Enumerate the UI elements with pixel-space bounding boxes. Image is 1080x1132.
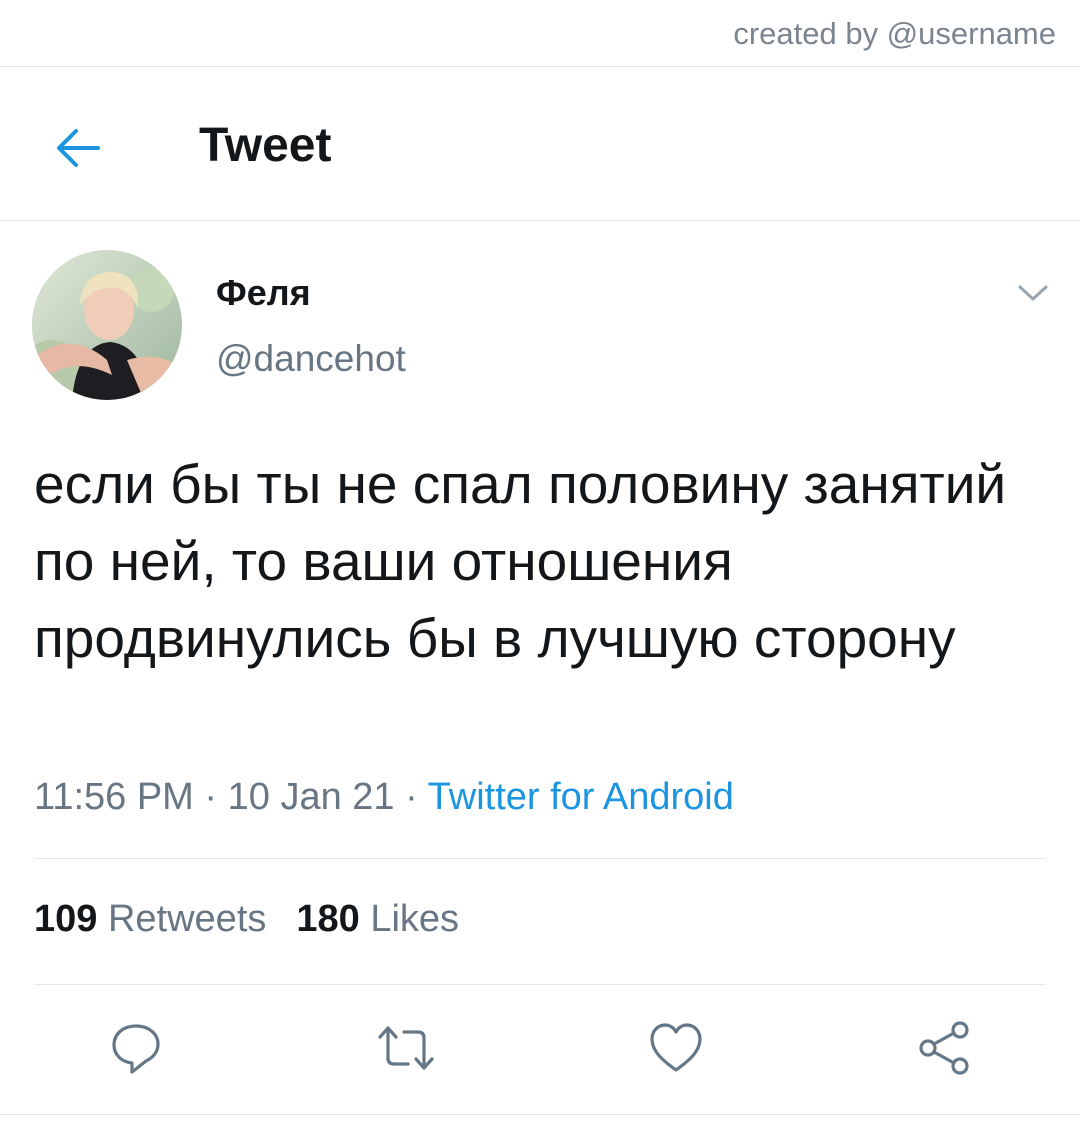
meta-separator: ·: [193, 776, 228, 818]
divider: [34, 984, 1046, 985]
tweet-time: 11:56 PM: [34, 776, 194, 818]
reply-button[interactable]: [108, 1020, 164, 1076]
retweets-label: Retweets: [107, 898, 267, 940]
retweet-button[interactable]: [376, 1020, 434, 1076]
share-button[interactable]: [916, 1020, 972, 1076]
divider: [0, 66, 1080, 67]
arrow-left-icon: [57, 129, 100, 167]
reply-icon: [112, 1024, 160, 1074]
likes-count: 180: [296, 898, 360, 940]
tweet-options-button[interactable]: [1013, 278, 1053, 306]
avatar-image: [32, 250, 182, 400]
chevron-down-icon: [1018, 285, 1048, 301]
share-icon: [919, 1021, 969, 1075]
tweet-date: 10 Jan 21: [227, 776, 395, 818]
divider: [0, 1114, 1080, 1115]
like-button[interactable]: [648, 1020, 704, 1076]
like-icon: [650, 1023, 702, 1072]
avatar[interactable]: [32, 250, 182, 400]
retweets-count: 109: [34, 898, 98, 940]
tweet-text: если бы ты не спал половину занятий по н…: [34, 453, 1007, 669]
header-divider: [0, 220, 1080, 221]
retweet-icon: [378, 1026, 434, 1070]
meta-separator: ·: [394, 776, 428, 818]
tweet-stats: 109 Retweets 180 Likes: [34, 898, 459, 941]
tweet-meta: 11:56 PM · 10 Jan 21 · Twitter for Andro…: [34, 776, 734, 819]
likes-stat[interactable]: 180 Likes: [296, 898, 459, 940]
likes-label: Likes: [370, 898, 460, 940]
author-handle[interactable]: @dancehot: [216, 338, 406, 380]
divider: [34, 858, 1046, 859]
watermark: created by @username: [733, 16, 1056, 51]
tweet-source-link[interactable]: Twitter for Android: [428, 776, 734, 818]
author-name[interactable]: Феля: [216, 272, 311, 314]
page-title: Tweet: [199, 119, 332, 172]
retweets-stat[interactable]: 109 Retweets: [34, 898, 266, 940]
back-button[interactable]: [52, 122, 104, 174]
